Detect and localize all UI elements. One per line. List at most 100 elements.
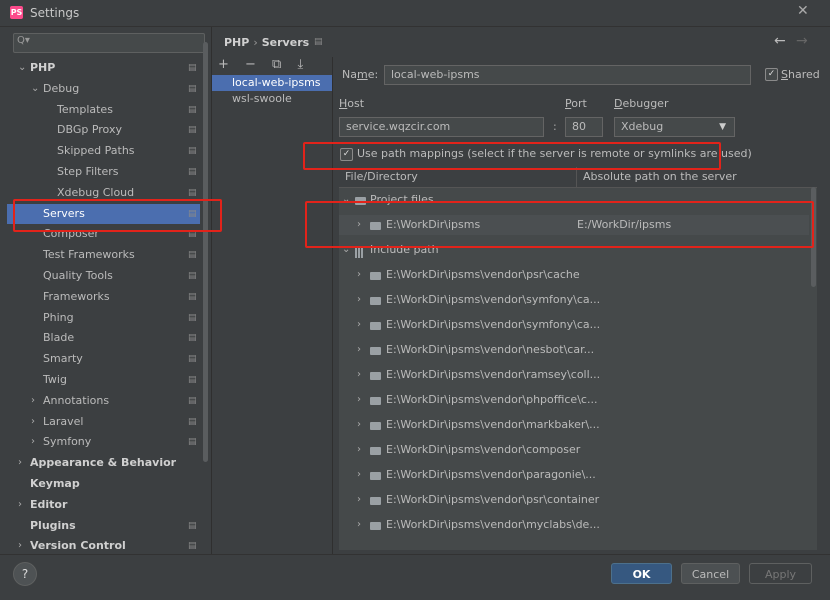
project-settings-icon: ▤ [188, 83, 197, 94]
dropdown-arrow-icon: ▼ [719, 122, 726, 132]
collapse-arrow-icon[interactable]: › [357, 365, 361, 385]
collapse-arrow-icon[interactable]: › [31, 412, 41, 432]
collapse-arrow-icon[interactable]: › [357, 290, 361, 310]
sidebar-item-templates[interactable]: Templates ▤ [0, 100, 200, 120]
sidebar-item-step-filters[interactable]: Step Filters ▤ [0, 162, 200, 182]
table-row[interactable]: › E:\WorkDir\ipsms\vendor\myclabs\de... [339, 515, 809, 535]
tree-scrollbar[interactable] [203, 42, 208, 462]
expand-icon[interactable]: ⌄ [31, 79, 41, 99]
sidebar-item-smarty[interactable]: Smarty ▤ [0, 349, 200, 369]
folder-icon [370, 522, 381, 530]
server-item-local-web-ipsms[interactable]: local-web-ipsms [212, 75, 332, 91]
sidebar-item-annotations[interactable]: › Annotations ▤ [0, 391, 200, 411]
sidebar-item-laravel[interactable]: › Laravel ▤ [0, 412, 200, 432]
breadcrumb-root[interactable]: PHP [224, 36, 249, 49]
include-path-item: E:\WorkDir\ipsms\vendor\myclabs\de... [386, 518, 600, 531]
sidebar-item-label: Skipped Paths [57, 144, 135, 158]
table-row[interactable]: › E:\WorkDir\ipsms\vendor\markbaker\... [339, 415, 809, 435]
sidebar-item-quality-tools[interactable]: Quality Tools ▤ [0, 266, 200, 286]
collapse-arrow-icon[interactable]: › [18, 453, 28, 473]
sidebar-item-label: Templates [57, 102, 113, 116]
sidebar-item-frameworks[interactable]: Frameworks ▤ [0, 287, 200, 307]
table-row[interactable]: › E:\WorkDir\ipsms\vendor\symfony\ca... [339, 290, 809, 310]
collapse-arrow-icon[interactable]: › [18, 495, 28, 515]
sidebar-item-appearance-behavior[interactable]: › Appearance & Behavior [0, 453, 200, 473]
sidebar-item-blade[interactable]: Blade ▤ [0, 328, 200, 348]
sidebar-item-twig[interactable]: Twig ▤ [0, 370, 200, 390]
project-settings-icon: ▤ [188, 271, 197, 281]
collapse-arrow-icon[interactable]: › [357, 415, 361, 435]
collapse-arrow-icon[interactable]: › [357, 490, 361, 510]
sidebar-item-label: PHP [30, 61, 56, 74]
project-settings-icon: ▤ [188, 63, 197, 73]
server-item-wsl-swoole[interactable]: wsl-swoole [212, 91, 332, 107]
apply-button[interactable]: Apply [749, 563, 812, 584]
sidebar-item-keymap[interactable]: Keymap [0, 474, 200, 494]
project-settings-icon: ▤ [188, 437, 197, 448]
folder-icon [370, 347, 381, 355]
host-field[interactable]: service.wqzcir.com [339, 117, 544, 137]
collapse-arrow-icon[interactable]: › [357, 440, 361, 460]
sidebar-item-label: Laravel [43, 414, 84, 428]
folder-icon [370, 272, 381, 280]
include-path-item: E:\WorkDir\ipsms\vendor\markbaker\... [386, 418, 600, 431]
sidebar-item-test-frameworks[interactable]: Test Frameworks ▤ [0, 245, 200, 265]
table-row[interactable]: › E:\WorkDir\ipsms\vendor\ramsey\coll... [339, 365, 809, 385]
port-field[interactable]: 80 [565, 117, 603, 137]
shared-label: Shared [781, 68, 820, 81]
port-separator: : [553, 120, 557, 133]
breadcrumb-current: Servers [261, 36, 310, 49]
forward-arrow-icon[interactable]: → [796, 33, 808, 49]
name-label: Name: [342, 68, 379, 81]
close-icon[interactable]: ✕ [797, 3, 809, 19]
collapse-arrow-icon[interactable]: › [357, 315, 361, 335]
help-button[interactable]: ? [13, 562, 37, 586]
servers-toolbar[interactable]: + − ⧉ ⤓ [218, 57, 309, 72]
collapse-arrow-icon[interactable]: › [31, 391, 41, 411]
column-header-absolute-path[interactable]: Absolute path on the server [576, 167, 737, 187]
ok-button[interactable]: OK [611, 563, 672, 584]
project-settings-icon: ▤ [188, 125, 197, 136]
debugger-select[interactable]: Xdebug ▼ [614, 117, 735, 137]
shared-checkbox[interactable]: ✓ [765, 68, 778, 81]
table-row[interactable]: › E:\WorkDir\ipsms\vendor\phpoffice\c... [339, 390, 809, 410]
include-path-item: E:\WorkDir\ipsms\vendor\psr\cache [386, 268, 580, 281]
collapse-arrow-icon[interactable]: › [31, 432, 41, 452]
sidebar-item-plugins[interactable]: Plugins ▤ [0, 516, 200, 536]
sidebar-item-label: Plugins [30, 518, 76, 532]
sidebar-item-symfony[interactable]: › Symfony ▤ [0, 432, 200, 452]
collapse-arrow-icon[interactable]: › [357, 265, 361, 285]
debugger-value: Xdebug [621, 120, 664, 133]
settings-search-input[interactable]: Q▾ [13, 33, 205, 53]
cancel-button[interactable]: Cancel [681, 563, 740, 584]
name-field[interactable]: local-web-ipsms [384, 65, 751, 85]
table-row[interactable]: › E:\WorkDir\ipsms\vendor\paragonie\... [339, 465, 809, 485]
sidebar-item-php[interactable]: ⌄ PHP ▤ [0, 58, 200, 78]
collapse-arrow-icon[interactable]: › [357, 390, 361, 410]
project-settings-icon: ▤ [188, 333, 197, 344]
folder-icon [370, 472, 381, 480]
back-arrow-icon[interactable]: ← [774, 33, 786, 49]
column-header-file[interactable]: File/Directory [345, 170, 418, 183]
table-row[interactable]: › E:\WorkDir\ipsms\vendor\composer [339, 440, 809, 460]
sidebar-item-debug[interactable]: ⌄ Debug ▤ [0, 79, 200, 99]
table-row[interactable]: › E:\WorkDir\ipsms\vendor\symfony\ca... [339, 315, 809, 335]
project-settings-icon: ▤ [188, 167, 197, 177]
sidebar-item-skipped-paths[interactable]: Skipped Paths ▤ [0, 141, 200, 161]
table-row[interactable]: › E:\WorkDir\ipsms\vendor\psr\cache [339, 265, 809, 285]
settings-tree-panel: Q▾ ⌄ PHP ▤ ⌄ Debug ▤ Templates ▤ DBGp Proxy ▤ Skip… [0, 27, 212, 554]
search-icon: Q▾ [17, 35, 30, 46]
sidebar-item-dbgp-proxy[interactable]: DBGp Proxy ▤ [0, 120, 200, 140]
collapse-arrow-icon[interactable]: › [18, 536, 28, 554]
expand-icon[interactable]: ⌄ [18, 58, 28, 78]
include-path-item: E:\WorkDir\ipsms\vendor\symfony\ca... [386, 318, 601, 331]
collapse-arrow-icon[interactable]: › [357, 465, 361, 485]
sidebar-item-label: Quality Tools [43, 269, 113, 282]
table-row[interactable]: › E:\WorkDir\ipsms\vendor\nesbot\car... [339, 340, 809, 360]
sidebar-item-phing[interactable]: Phing ▤ [0, 308, 200, 328]
sidebar-item-editor[interactable]: › Editor [0, 495, 200, 515]
collapse-arrow-icon[interactable]: › [357, 340, 361, 360]
collapse-arrow-icon[interactable]: › [357, 515, 361, 535]
sidebar-item-version-control[interactable]: › Version Control ▤ [0, 536, 200, 554]
table-row[interactable]: › E:\WorkDir\ipsms\vendor\psr\container [339, 490, 809, 510]
